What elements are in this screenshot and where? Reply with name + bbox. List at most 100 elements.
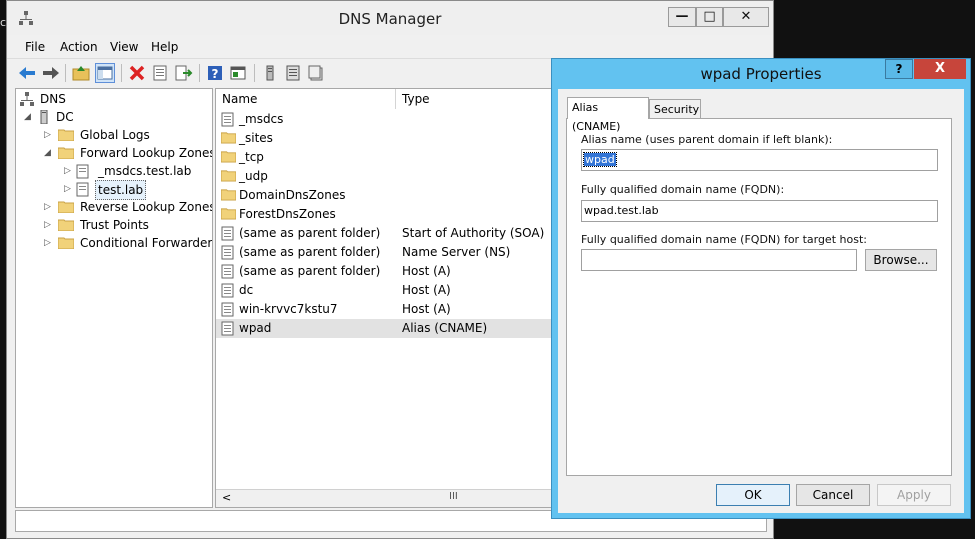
up-folder-icon[interactable] — [71, 63, 91, 83]
menu-file[interactable]: File — [25, 40, 45, 54]
record-name: win-krvvc7kstu7 — [239, 302, 338, 316]
fqdn-field[interactable]: wpad.test.lab — [581, 200, 938, 222]
menu-bar: File Action View Help — [7, 37, 773, 57]
toolbar-separator — [254, 64, 255, 82]
menu-action[interactable]: Action — [60, 40, 98, 54]
tree-label: Global Logs — [80, 128, 150, 142]
record-type: Host (A) — [402, 264, 451, 278]
tree-label: DNS — [40, 92, 66, 106]
folder-icon — [58, 129, 74, 141]
browse-button[interactable]: Browse... — [865, 249, 937, 271]
tab-alias-cname[interactable]: Alias (CNAME) — [567, 97, 649, 133]
back-icon[interactable] — [17, 63, 37, 83]
target-host-input[interactable] — [581, 249, 857, 271]
show-tree-icon[interactable] — [95, 63, 115, 83]
tab-security[interactable]: Security — [649, 99, 701, 119]
record-type: Host (A) — [402, 283, 451, 297]
list-item[interactable]: wpad Alias (CNAME) — [216, 319, 554, 338]
record-icon — [221, 283, 236, 298]
list-item[interactable]: _msdcs — [216, 110, 554, 129]
horizontal-scrollbar[interactable]: < III — [216, 489, 554, 507]
zone-file-icon — [76, 182, 89, 197]
list-item[interactable]: ForestDnsZones — [216, 205, 554, 224]
record-name: (same as parent folder) — [239, 245, 381, 259]
scroll-thumb[interactable]: III — [449, 491, 458, 502]
record-name: dc — [239, 283, 254, 297]
list-icon[interactable] — [283, 63, 303, 83]
properties-icon[interactable] — [150, 63, 170, 83]
record-icon — [221, 321, 236, 336]
ok-button[interactable]: OK — [716, 484, 790, 506]
record-icon — [221, 264, 236, 279]
expand-arrow-icon[interactable]: ▷ — [44, 130, 52, 140]
column-header-type[interactable]: Type — [396, 89, 554, 109]
folder-icon — [220, 131, 237, 146]
collapse-arrow-icon[interactable]: ◢ — [44, 148, 52, 158]
list-item[interactable]: _udp — [216, 167, 554, 186]
record-type: Alias (CNAME) — [402, 321, 488, 335]
toolbar-separator — [199, 64, 200, 82]
scroll-left-arrow-icon[interactable]: < — [222, 491, 231, 504]
console-icon[interactable] — [228, 63, 248, 83]
records-list-pane[interactable]: Name Type _msdcs _sites _tcp _udp DomainDnsZ… — [215, 88, 555, 508]
list-item[interactable]: (same as parent folder) Host (A) — [216, 262, 554, 281]
help-icon[interactable]: ? — [205, 63, 225, 83]
record-icon — [221, 245, 236, 260]
export-icon[interactable] — [173, 63, 193, 83]
record-name: _msdcs — [239, 112, 284, 126]
svg-text:?: ? — [212, 67, 219, 81]
tree-label: Conditional Forwarders — [80, 236, 213, 250]
record-name: ForestDnsZones — [239, 207, 336, 221]
folder-icon — [220, 207, 237, 222]
dialog-help-button[interactable]: ? — [885, 59, 913, 79]
delete-icon[interactable] — [127, 63, 147, 83]
tree-label-selected: test.lab — [95, 180, 147, 200]
record-icon — [221, 302, 236, 317]
record-type: Name Server (NS) — [402, 245, 511, 259]
maximize-button[interactable]: □ — [696, 7, 723, 27]
forward-icon[interactable] — [41, 63, 61, 83]
expand-arrow-icon[interactable]: ▷ — [64, 184, 72, 194]
expand-arrow-icon[interactable]: ▷ — [44, 238, 52, 248]
title-bar[interactable]: DNS Manager — □ ✕ — [7, 1, 773, 35]
zone-file-icon — [76, 164, 89, 179]
record-type: Start of Authority (SOA) — [402, 226, 545, 240]
record-type: Host (A) — [402, 302, 451, 316]
menu-view[interactable]: View — [110, 40, 138, 54]
menu-help[interactable]: Help — [151, 40, 178, 54]
column-header-name[interactable]: Name — [216, 89, 396, 109]
tree-label: _msdcs.test.lab — [98, 164, 192, 178]
expand-arrow-icon[interactable]: ▷ — [44, 220, 52, 230]
expand-arrow-icon[interactable]: ▷ — [44, 202, 52, 212]
alias-tab-panel: Alias name (uses parent domain if left b… — [566, 118, 952, 476]
close-button[interactable]: ✕ — [723, 7, 769, 27]
apply-button[interactable]: Apply — [877, 484, 951, 506]
alias-name-input[interactable]: wpad — [581, 149, 938, 171]
list-item[interactable]: (same as parent folder) Name Server (NS) — [216, 243, 554, 262]
list-item[interactable]: _sites — [216, 129, 554, 148]
record-icon — [221, 226, 236, 241]
cancel-button[interactable]: Cancel — [796, 484, 870, 506]
alias-name-value: wpad — [583, 152, 617, 167]
list-item[interactable]: (same as parent folder) Start of Authorit… — [216, 224, 554, 243]
minimize-button[interactable]: — — [668, 7, 696, 27]
record-name: wpad — [239, 321, 272, 335]
record-name: _sites — [239, 131, 273, 145]
list-item[interactable]: win-krvvc7kstu7 Host (A) — [216, 300, 554, 319]
list-item[interactable]: DomainDnsZones — [216, 186, 554, 205]
expand-arrow-icon[interactable]: ▷ — [64, 166, 72, 176]
list-item[interactable]: dc Host (A) — [216, 281, 554, 300]
tree-label: DC — [56, 110, 74, 124]
target-host-label: Fully qualified domain name (FQDN) for t… — [581, 233, 867, 246]
record-name: (same as parent folder) — [239, 264, 381, 278]
list-item[interactable]: _tcp — [216, 148, 554, 167]
folder-icon — [58, 219, 74, 231]
dialog-close-button[interactable]: X — [914, 59, 966, 79]
collapse-arrow-icon[interactable]: ◢ — [24, 112, 32, 122]
server-icon — [40, 110, 48, 124]
zone-icon[interactable] — [306, 63, 326, 83]
tree-pane[interactable]: DNS ◢ DC ▷ Global Logs ◢ Forward Lookup … — [15, 88, 213, 508]
tree-label: Forward Lookup Zones — [80, 146, 213, 160]
folder-icon — [220, 150, 237, 165]
server-icon[interactable] — [260, 63, 280, 83]
